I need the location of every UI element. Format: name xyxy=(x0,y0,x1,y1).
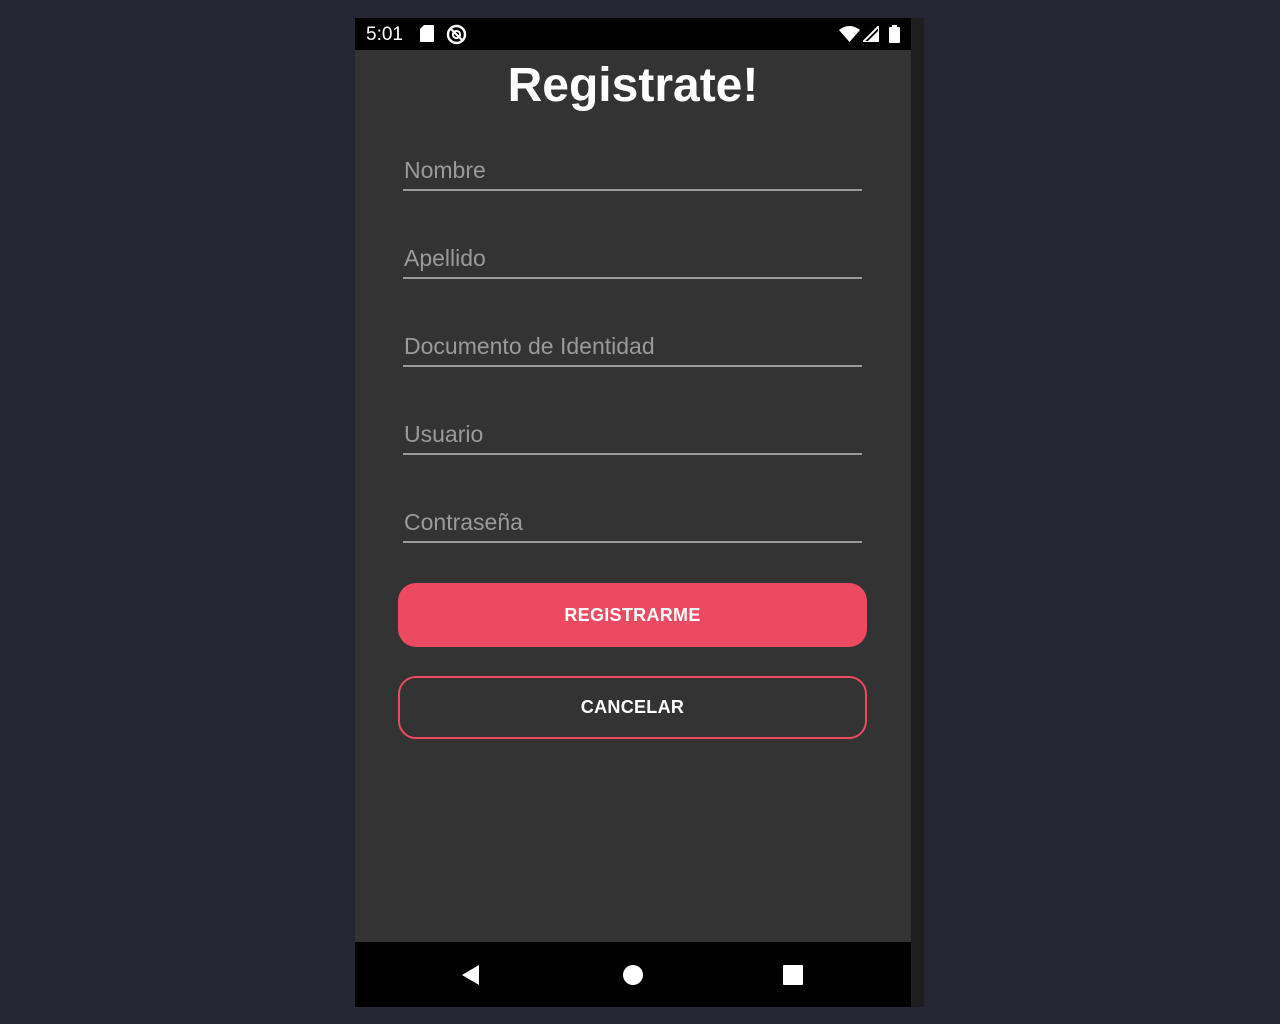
wifi-icon xyxy=(839,26,860,47)
recents-icon[interactable] xyxy=(780,962,806,988)
contrasena-field-wrapper xyxy=(403,503,862,547)
phone-frame: 5:01 Registrate! Nombre Apellido Documen… xyxy=(355,18,924,1007)
documento-field-wrapper xyxy=(403,327,862,371)
apellido-field-wrapper xyxy=(403,239,862,283)
usuario-input[interactable] xyxy=(403,415,862,455)
apellido-input[interactable] xyxy=(403,239,862,279)
navigation-bar xyxy=(355,942,911,1007)
documento-input[interactable] xyxy=(403,327,862,367)
register-button[interactable]: REGISTRARME xyxy=(398,583,867,647)
battery-icon xyxy=(889,25,900,48)
home-icon[interactable] xyxy=(620,962,646,988)
signal-icon xyxy=(860,23,880,47)
page-title: Registrate! xyxy=(507,59,759,112)
status-time: 5:01 xyxy=(366,24,403,45)
do-not-disturb-icon xyxy=(446,24,467,50)
nombre-input[interactable] xyxy=(403,151,862,191)
nombre-field-wrapper xyxy=(403,151,862,195)
status-bar: 5:01 xyxy=(355,18,911,50)
sd-card-icon xyxy=(420,25,434,47)
cancel-button[interactable]: CANCELAR xyxy=(398,676,867,739)
password-input[interactable] xyxy=(403,503,862,543)
app-screen: 5:01 Registrate! Nombre Apellido Documen… xyxy=(355,18,911,1007)
back-icon[interactable] xyxy=(458,962,484,988)
usuario-field-wrapper xyxy=(403,415,862,459)
